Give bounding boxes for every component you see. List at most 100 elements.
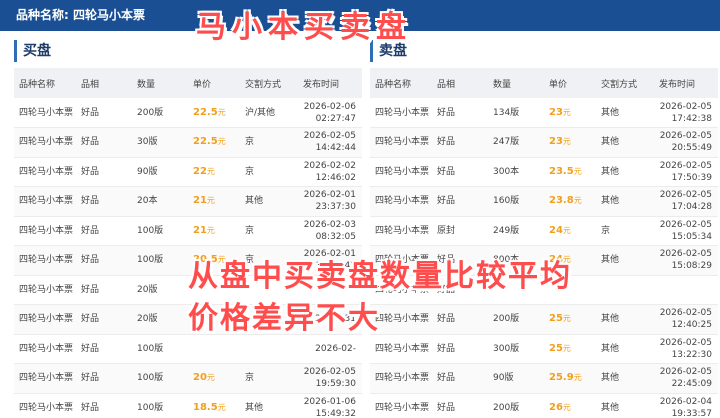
table-row[interactable]: 四轮马小本票 好品 30版 22.5元京 2026-02-05 14:42:44 [14, 127, 362, 158]
cell-qty: 200版 [493, 402, 520, 413]
table-row[interactable]: 四轮马小本票 好品 90版 25.9元 其他 2026-02-05 22:45:09 [370, 363, 718, 394]
cell-qty: 100版 [137, 255, 164, 266]
time-date: 2026-02-05 [303, 131, 356, 142]
price-value: 22.5 [193, 106, 218, 118]
cell-name: 四轮马小本票 [375, 373, 430, 384]
cell-quality: 好品 [81, 284, 100, 295]
price-unit: 元 [562, 137, 571, 147]
cell-name: 四轮马小本票 [19, 166, 74, 177]
price-value: 23.8 [549, 195, 574, 207]
cell-quality: 原封 [437, 225, 456, 236]
time-clock: 17:04:28 [671, 202, 712, 213]
cell-quality: 好品 [81, 137, 100, 148]
time-date: 2026-02-04 [659, 396, 712, 407]
cell-qty: 90版 [493, 373, 514, 384]
cell-qty: 100版 [137, 402, 164, 413]
cell-qty: 90版 [137, 166, 158, 177]
price-value: 23 [549, 106, 563, 118]
price-unit: 元 [206, 373, 215, 383]
cell-name: 四轮马小本票 [375, 107, 430, 118]
cell-delivery: 京 [245, 373, 255, 384]
table-row[interactable]: 四轮马小本票 好品 134版 23元 其他 2026-02-05 17:42:38 [370, 98, 718, 128]
time-date: 2026-02-06 [303, 101, 356, 112]
table-row[interactable]: 四轮马小本票 好品 100版 21元京 2026-02-03 08:32:05 [14, 216, 362, 246]
cell-delivery: 沪/其他 [245, 107, 276, 118]
price-value: 26 [549, 401, 563, 413]
time-clock: 22:45:09 [671, 379, 712, 390]
overlay-note-line2: 价格差异不大 [188, 301, 380, 336]
price-value: 23.5 [549, 165, 574, 177]
price-value: 23 [549, 136, 563, 148]
time-clock: 15:05:34 [671, 231, 712, 242]
price-unit: 元 [562, 107, 571, 117]
cell-quality: 好品 [437, 402, 456, 413]
time-date: 2026-02-05 [659, 219, 712, 230]
table-row[interactable]: 四轮马小本票 原封 249版 24元京 2026-02-05 15:05:34 [370, 216, 718, 246]
col-header-time: 发布时间 [303, 79, 340, 90]
cell-price: 23元 [544, 128, 596, 158]
cell-price: 25.9元 [544, 364, 596, 394]
col-header-time: 发布时间 [659, 79, 696, 90]
time-clock: 17:42:38 [671, 113, 712, 124]
cell-price: 20元 [188, 364, 240, 394]
time-clock: 20:55:49 [671, 143, 712, 154]
sell-panel: 卖盘 品种名称 品相 数量 单价 交割方式 发布时间 四轮马小本票 好品 134版 2… [370, 40, 718, 418]
cell-qty: 100版 [137, 343, 164, 354]
cell-quality: 好品 [81, 373, 100, 384]
table-row[interactable]: 四轮马小本票 好品 247版 23元 其他 2026-02-05 20:55:49 [370, 127, 718, 158]
table-row[interactable]: 四轮马小本票 好品 160版 23.8元 其他 2026-02-05 17:04:28 [370, 186, 718, 216]
cell-name: 四轮马小本票 [19, 373, 74, 384]
cell-qty: 100版 [137, 225, 164, 236]
cell-time: 2026-01-06 15:49:32 [298, 393, 362, 418]
price-unit: 元 [217, 137, 226, 147]
price-unit: 元 [206, 166, 215, 176]
time-clock: 19:33:57 [671, 408, 712, 418]
cell-price: 22.5元 [188, 98, 240, 128]
col-header-name: 品种名称 [375, 79, 412, 90]
cell-quality: 好品 [81, 166, 100, 177]
cell-delivery: 其他 [601, 166, 620, 177]
time-clock: 17:50:39 [671, 172, 712, 183]
cell-delivery: 其他 [601, 137, 620, 148]
price-value: 21 [193, 224, 207, 236]
cell-time: 2026-02-04 19:33:57 [654, 393, 718, 418]
cell-qty: 30版 [137, 137, 158, 148]
cell-qty: 247版 [493, 137, 520, 148]
price-value: 25 [549, 342, 563, 354]
cell-delivery: 京 [245, 137, 255, 148]
time-clock: 02:27:47 [315, 113, 356, 124]
table-row[interactable]: 四轮马小本票 好品 20本 21元 其他 2026-02-01 23:37:30 [14, 186, 362, 216]
cell-price: 22元 [188, 157, 240, 187]
cell-price: 18.5元 [188, 393, 240, 418]
cell-delivery: 京 [245, 166, 255, 177]
cell-price: 21元 [188, 216, 240, 246]
time-clock: 12:46:02 [315, 172, 356, 183]
table-row[interactable]: 四轮马小本票 好品 200版 26元 其他 2026-02-04 19:33:57 [370, 393, 718, 418]
price-value: 21 [193, 195, 207, 207]
cell-delivery: 其他 [601, 402, 620, 413]
cell-name: 四轮马小本票 [19, 343, 74, 354]
table-row[interactable]: 四轮马小本票 好品 100版 18.5元 其他 2026-01-06 15:49:32 [14, 393, 362, 418]
table-row[interactable]: 四轮马小本票 好品 100版 20元京 2026-02-05 19:59:30 [14, 363, 362, 394]
table-row[interactable]: 四轮马小本票 好品 90版 22元京 2026-02-02 12:46:02 [14, 157, 362, 187]
cell-quality: 好品 [81, 343, 100, 354]
cell-name: 四轮马小本票 [19, 284, 74, 295]
time-date: 2026-02-05 [303, 367, 356, 378]
table-row[interactable]: 四轮马小本票 好品 300本 23.5元 其他 2026-02-05 17:50:39 [370, 157, 718, 187]
time-date: 2026-01-06 [303, 396, 356, 407]
cell-qty: 160版 [493, 196, 520, 207]
cell-price: 23元 [544, 98, 596, 128]
time-clock: 15:49:32 [315, 408, 356, 418]
cell-time: 2026-02-05 17:50:39 [654, 157, 718, 187]
cell-quality: 好品 [437, 373, 456, 384]
col-header-qty: 数量 [137, 79, 156, 90]
price-value: 22.5 [193, 136, 218, 148]
price-value: 18.5 [193, 401, 218, 413]
table-row[interactable]: 四轮马小本票 好品 200版 22.5元 沪/其他 2026-02-06 02:27:47 [14, 98, 362, 128]
cell-time: 2026-02-05 19:59:30 [298, 364, 362, 394]
cell-name: 四轮马小本票 [375, 196, 430, 207]
col-header-price: 单价 [549, 79, 568, 90]
cell-time: 2026-02-05 14:42:44 [298, 128, 362, 158]
time-date: 2026-02- [315, 343, 356, 354]
cell-time: 2026-02-05 17:42:38 [654, 98, 718, 128]
